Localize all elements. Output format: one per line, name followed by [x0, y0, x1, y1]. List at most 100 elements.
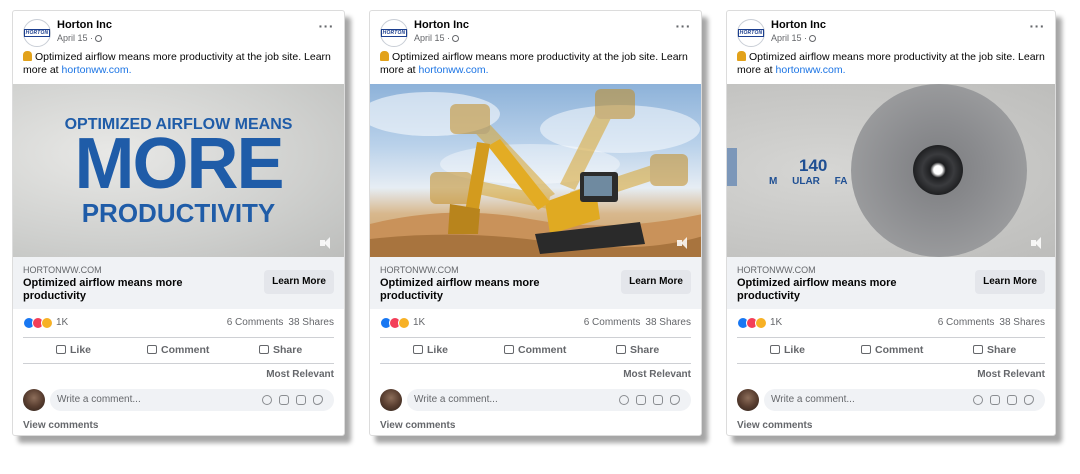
- post-header: HORTON Horton Inc April 15 · ···: [380, 19, 691, 47]
- reaction-count[interactable]: 1K: [56, 317, 68, 328]
- excavator-photo: [370, 89, 701, 257]
- volume-icon[interactable]: [320, 237, 334, 249]
- view-comments-link[interactable]: View comments: [380, 420, 455, 431]
- post-message: Optimized airflow means more productivit…: [23, 51, 331, 76]
- emoji-icon[interactable]: [262, 395, 272, 405]
- worker-emoji-icon: [737, 51, 746, 61]
- comment-sort-dropdown[interactable]: Most Relevant: [977, 369, 1045, 380]
- emoji-icon[interactable]: [973, 395, 983, 405]
- user-avatar[interactable]: [23, 389, 45, 411]
- haha-reaction-icon[interactable]: [41, 317, 53, 329]
- reactions-bar: 1K 6 Comments 38 Shares: [737, 315, 1045, 331]
- divider: [737, 337, 1045, 338]
- link-domain: HORTONWW.COM: [380, 265, 459, 275]
- volume-icon[interactable]: [677, 237, 691, 249]
- like-button[interactable]: Like: [413, 341, 448, 361]
- page-name[interactable]: Horton Inc: [771, 19, 826, 31]
- page-avatar-logo[interactable]: HORTON: [23, 19, 51, 47]
- message-link[interactable]: hortonww.com.: [776, 64, 846, 76]
- user-avatar[interactable]: [380, 389, 402, 411]
- page-avatar-logo[interactable]: HORTON: [737, 19, 765, 47]
- engagement-stats: 6 Comments 38 Shares: [227, 317, 334, 328]
- engagement-stats: 6 Comments 38 Shares: [584, 317, 691, 328]
- shares-count[interactable]: 38 Shares: [999, 317, 1045, 328]
- link-preview[interactable]: HORTONWW.COM Optimized airflow means mor…: [370, 257, 701, 309]
- post-header: HORTON Horton Inc April 15 · ···: [737, 19, 1045, 47]
- share-button[interactable]: Share: [616, 341, 659, 361]
- ellipsis-icon[interactable]: ···: [676, 19, 692, 33]
- engagement-stats: 6 Comments 38 Shares: [938, 317, 1045, 328]
- camera-icon[interactable]: [636, 395, 646, 405]
- post-date[interactable]: April 15 ·: [57, 33, 103, 43]
- post-header: HORTON Horton Inc April 15 · ···: [23, 19, 334, 47]
- comment-sort-dropdown[interactable]: Most Relevant: [266, 369, 334, 380]
- share-button[interactable]: Share: [259, 341, 302, 361]
- comment-button[interactable]: Comment: [861, 341, 923, 361]
- link-domain: HORTONWW.COM: [23, 265, 102, 275]
- media-number: 140: [799, 156, 828, 175]
- sticker-icon[interactable]: [313, 395, 323, 405]
- action-bar: Like Comment Share: [737, 341, 1045, 361]
- haha-reaction-icon[interactable]: [398, 317, 410, 329]
- share-icon: [616, 345, 626, 354]
- comment-placeholder: Write a comment...: [57, 394, 141, 405]
- like-button[interactable]: Like: [770, 341, 805, 361]
- share-button[interactable]: Share: [973, 341, 1016, 361]
- gif-icon[interactable]: [653, 395, 663, 405]
- post-date[interactable]: April 15 ·: [414, 33, 460, 43]
- motion-blur-shape: [727, 148, 737, 186]
- link-preview[interactable]: HORTONWW.COM Optimized airflow means mor…: [727, 257, 1055, 309]
- comment-input[interactable]: Write a comment...: [764, 389, 1045, 411]
- ellipsis-icon[interactable]: ···: [1030, 19, 1046, 33]
- comment-input[interactable]: Write a comment...: [407, 389, 691, 411]
- gif-icon[interactable]: [1007, 395, 1017, 405]
- comments-count[interactable]: 6 Comments: [938, 317, 995, 328]
- page-name[interactable]: Horton Inc: [57, 19, 112, 31]
- emoji-icon[interactable]: [619, 395, 629, 405]
- comments-count[interactable]: 6 Comments: [227, 317, 284, 328]
- globe-icon: [452, 35, 460, 42]
- comments-count[interactable]: 6 Comments: [584, 317, 641, 328]
- post-date[interactable]: April 15 ·: [771, 33, 817, 43]
- message-link[interactable]: hortonww.com.: [62, 64, 132, 76]
- comment-sort-dropdown[interactable]: Most Relevant: [623, 369, 691, 380]
- link-domain: HORTONWW.COM: [737, 265, 816, 275]
- link-preview[interactable]: HORTONWW.COM Optimized airflow means mor…: [13, 257, 344, 309]
- learn-more-button[interactable]: Learn More: [264, 270, 334, 294]
- learn-more-button[interactable]: Learn More: [621, 270, 691, 294]
- comment-button[interactable]: Comment: [504, 341, 566, 361]
- post-media-video[interactable]: [370, 84, 701, 257]
- comment-button[interactable]: Comment: [147, 341, 209, 361]
- sticker-icon[interactable]: [1024, 395, 1034, 405]
- link-title: Optimized airflow means more productivit…: [737, 277, 897, 302]
- like-button[interactable]: Like: [56, 341, 91, 361]
- comment-icon: [504, 345, 514, 354]
- post-media-video[interactable]: OPTIMIZED AIRFLOW MEANS MORE PRODUCTIVIT…: [13, 84, 344, 257]
- reactions-bar: 1K 6 Comments 38 Shares: [380, 315, 691, 331]
- camera-icon[interactable]: [279, 395, 289, 405]
- sticker-icon[interactable]: [670, 395, 680, 405]
- ellipsis-icon[interactable]: ···: [319, 19, 335, 33]
- divider: [380, 363, 691, 364]
- reaction-count[interactable]: 1K: [413, 317, 425, 328]
- learn-more-button[interactable]: Learn More: [975, 270, 1045, 294]
- volume-icon[interactable]: [1031, 237, 1045, 249]
- comment-input[interactable]: Write a comment...: [50, 389, 334, 411]
- haha-reaction-icon[interactable]: [755, 317, 767, 329]
- share-icon: [973, 345, 983, 354]
- view-comments-link[interactable]: View comments: [737, 420, 812, 431]
- comment-placeholder: Write a comment...: [771, 394, 855, 405]
- view-comments-link[interactable]: View comments: [23, 420, 98, 431]
- worker-emoji-icon: [23, 51, 32, 61]
- message-link[interactable]: hortonww.com.: [419, 64, 489, 76]
- post-media-video[interactable]: 140 M ULAR FA: [727, 84, 1055, 257]
- gif-icon[interactable]: [296, 395, 306, 405]
- shares-count[interactable]: 38 Shares: [645, 317, 691, 328]
- shares-count[interactable]: 38 Shares: [288, 317, 334, 328]
- action-bar: Like Comment Share: [23, 341, 334, 361]
- page-avatar-logo[interactable]: HORTON: [380, 19, 408, 47]
- user-avatar[interactable]: [737, 389, 759, 411]
- page-name[interactable]: Horton Inc: [414, 19, 469, 31]
- camera-icon[interactable]: [990, 395, 1000, 405]
- reaction-count[interactable]: 1K: [770, 317, 782, 328]
